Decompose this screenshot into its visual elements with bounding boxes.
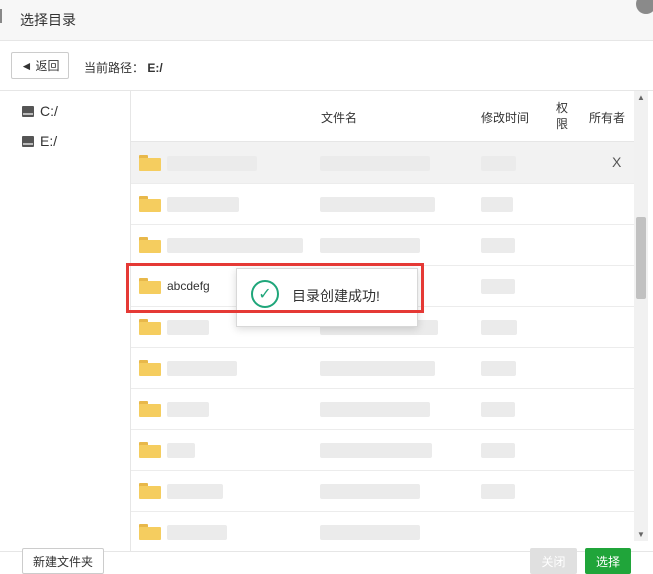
table-row[interactable]	[131, 470, 634, 512]
folder-icon	[139, 237, 161, 253]
folder-icon	[139, 278, 161, 294]
blurred-name	[167, 361, 237, 376]
blurred-cell	[320, 156, 430, 171]
choose-button[interactable]: 选择	[585, 548, 631, 574]
column-header-name[interactable]: 文件名	[321, 109, 357, 126]
window-edge-mark	[0, 9, 2, 23]
blurred-cell	[320, 402, 430, 417]
blurred-cell	[320, 197, 435, 212]
dialog-title: 选择目录	[20, 12, 76, 28]
table-row[interactable]: X	[131, 142, 634, 184]
directory-tree: C:/ E:/	[0, 91, 131, 551]
current-path: 当前路径： E:/	[84, 59, 163, 76]
blurred-name	[167, 443, 195, 458]
blurred-cell	[481, 402, 515, 417]
blurred-name	[167, 484, 223, 499]
file-list-scrollbar[interactable]: ▲ ▼	[634, 91, 648, 541]
tree-item-e-drive[interactable]: E:/	[22, 131, 57, 151]
folder-icon	[139, 319, 161, 335]
blurred-name	[167, 320, 209, 335]
blurred-name	[167, 156, 257, 171]
file-list-header: 文件名 修改时间 权限 所有者	[131, 91, 634, 142]
column-header-modified[interactable]: 修改时间	[481, 109, 529, 126]
tree-item-label: E:/	[40, 133, 58, 149]
folder-icon	[139, 442, 161, 458]
hard-drive-icon	[22, 135, 34, 147]
blurred-cell	[320, 443, 432, 458]
blurred-cell	[320, 525, 420, 540]
current-path-label: 当前路径：	[84, 61, 145, 75]
row-name: abcdefg	[167, 279, 210, 293]
blurred-cell	[481, 443, 515, 458]
back-button-label: 返回	[35, 59, 60, 73]
blurred-name	[167, 238, 303, 253]
row-close-button[interactable]: X	[612, 154, 621, 170]
column-header-owner[interactable]: 所有者	[589, 109, 625, 126]
scroll-down-icon[interactable]: ▼	[637, 530, 645, 539]
dialog-titlebar: 选择目录	[0, 0, 653, 41]
tree-item-c-drive[interactable]: C:/	[22, 101, 58, 121]
blurred-cell	[481, 484, 515, 499]
table-row[interactable]	[131, 183, 634, 225]
scrollbar-thumb[interactable]	[636, 217, 646, 299]
table-row[interactable]	[131, 224, 634, 266]
blurred-name	[167, 197, 239, 212]
back-arrow-icon: ◄	[20, 58, 33, 73]
scroll-up-icon[interactable]: ▲	[637, 93, 645, 102]
blurred-cell	[481, 279, 515, 294]
folder-icon	[139, 483, 161, 499]
table-row[interactable]	[131, 511, 634, 541]
back-button[interactable]: ◄ 返回	[11, 52, 69, 79]
folder-icon	[139, 155, 161, 171]
tree-item-label: C:/	[40, 103, 58, 119]
table-row[interactable]	[131, 429, 634, 471]
table-row[interactable]	[131, 388, 634, 430]
blurred-name	[167, 402, 209, 417]
blurred-cell	[320, 361, 435, 376]
table-row[interactable]	[131, 347, 634, 389]
current-path-value: E:/	[147, 61, 163, 75]
folder-icon	[139, 196, 161, 212]
column-header-permission[interactable]: 权限	[556, 100, 570, 132]
check-circle-icon: ✓	[251, 280, 279, 308]
blurred-cell	[320, 484, 420, 499]
blurred-name	[167, 525, 227, 540]
toolbar: ◄ 返回 当前路径： E:/	[0, 41, 653, 91]
blurred-cell	[481, 238, 515, 253]
blurred-cell	[481, 361, 516, 376]
toast-message: 目录创建成功!	[292, 288, 380, 304]
new-folder-button[interactable]: 新建文件夹	[22, 548, 104, 574]
blurred-cell	[481, 320, 517, 335]
folder-icon	[139, 360, 161, 376]
blurred-cell	[481, 197, 513, 212]
folder-icon	[139, 401, 161, 417]
blurred-cell	[320, 238, 420, 253]
blurred-cell	[481, 156, 516, 171]
hard-drive-icon	[22, 105, 34, 117]
success-toast: ✓ 目录创建成功!	[236, 268, 418, 327]
folder-icon	[139, 524, 161, 540]
close-button[interactable]: 关闭	[530, 548, 577, 574]
